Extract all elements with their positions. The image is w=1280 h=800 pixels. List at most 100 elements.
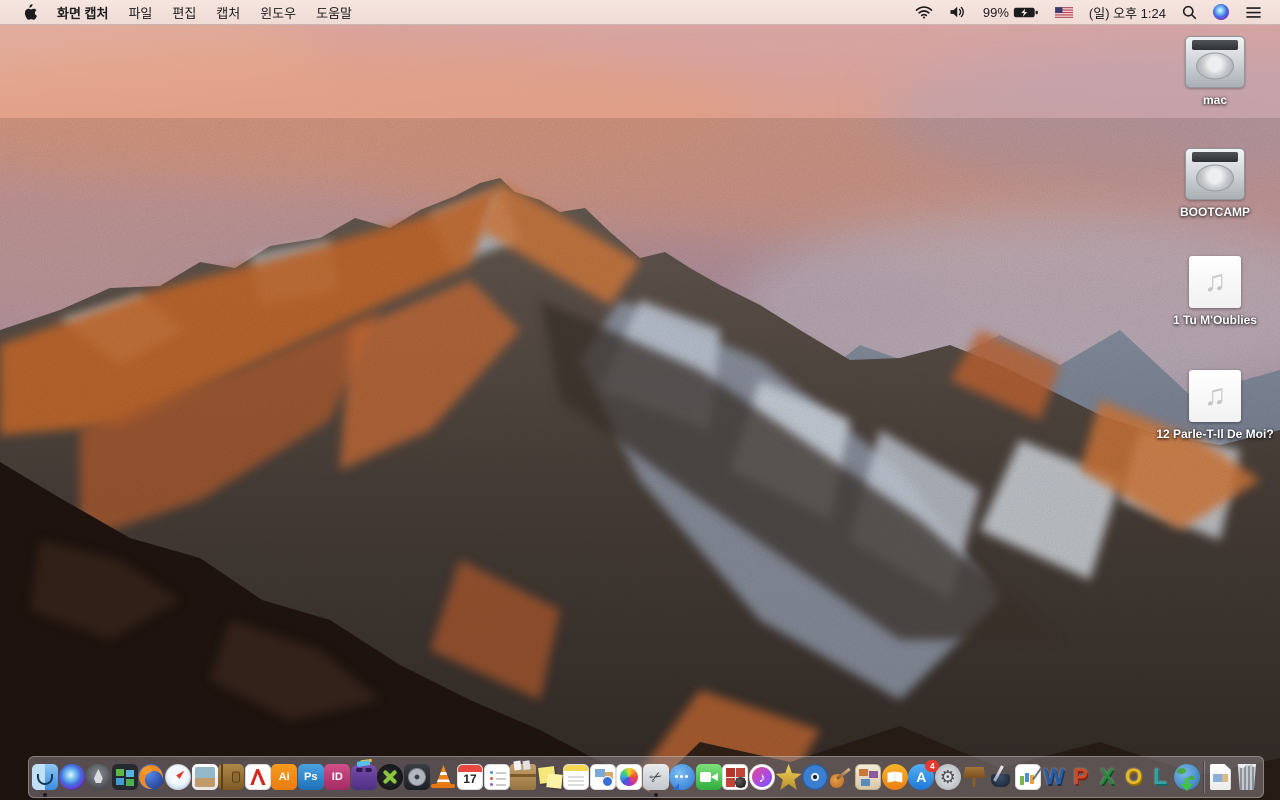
dock-ibooks[interactable] xyxy=(881,757,909,797)
apple-logo-icon xyxy=(24,3,37,20)
wifi-icon xyxy=(915,6,933,19)
dock-powerpoint[interactable]: P xyxy=(1067,757,1094,797)
powerpoint-icon: P xyxy=(1068,764,1094,790)
menu-edit[interactable]: 편집 xyxy=(162,0,206,24)
stickies-icon xyxy=(537,764,563,790)
word-icon: W xyxy=(1041,764,1067,790)
photo-grid-icon xyxy=(722,764,749,790)
dock-lync[interactable]: L xyxy=(1147,757,1174,797)
hard-drive-icon xyxy=(1185,148,1245,200)
menu-bar: 화면 캡처 파일 편집 캡처 윈도우 도움말 99% (일) 오후 1:24 xyxy=(0,0,1280,25)
desktop-icon-tu-moublies[interactable]: 1 Tu M'Oublies xyxy=(1152,256,1278,329)
dock-facetime[interactable] xyxy=(695,757,723,797)
desktop-icon-parle-t-il-de-moi[interactable]: 12 Parle-T-Il De Moi? xyxy=(1152,370,1278,443)
desktop: 화면 캡처 파일 편집 캡처 윈도우 도움말 99% (일) 오후 1:24 m… xyxy=(0,0,1280,800)
dock-xbmc[interactable] xyxy=(377,757,404,797)
dock-siri[interactable] xyxy=(58,757,86,797)
audio-file-icon xyxy=(1189,370,1241,422)
dock-safari[interactable] xyxy=(165,757,192,797)
dock-acrobat-reader[interactable] xyxy=(244,757,271,797)
desktop-icon-label: 12 Parle-T-Il De Moi? xyxy=(1156,427,1274,441)
dock-star-app[interactable] xyxy=(775,757,802,797)
desktop-icon-bootcamp[interactable]: BOOTCAMP xyxy=(1152,148,1278,221)
dock-document[interactable] xyxy=(1207,757,1234,797)
dock-indesign[interactable]: ID xyxy=(324,757,351,797)
dock-disc-app[interactable] xyxy=(802,757,829,797)
dock-photos[interactable] xyxy=(616,757,643,797)
wifi-menu[interactable] xyxy=(907,0,941,24)
dock-word[interactable]: W xyxy=(1041,757,1068,797)
acrobat-reader-icon xyxy=(244,764,271,790)
siri-menu[interactable] xyxy=(1205,0,1237,24)
dock-collage-doc[interactable] xyxy=(589,757,616,797)
dock-firefox[interactable] xyxy=(138,757,165,797)
dock-vlc[interactable] xyxy=(430,757,457,797)
dock-stickies[interactable] xyxy=(536,757,563,797)
clock-menu[interactable]: (일) 오후 1:24 xyxy=(1081,0,1174,24)
dock-numbers[interactable] xyxy=(1014,757,1041,797)
battery-menu[interactable]: 99% xyxy=(975,0,1047,24)
dock-archive-box[interactable] xyxy=(510,757,537,797)
star-app-icon xyxy=(776,764,802,790)
us-flag-icon xyxy=(1054,6,1073,18)
system-preferences-icon xyxy=(934,764,961,790)
menu-window[interactable]: 윈도우 xyxy=(250,0,306,24)
dock-mission-control[interactable] xyxy=(111,757,139,797)
notes-icon xyxy=(563,764,590,790)
dock-contacts[interactable] xyxy=(218,757,245,797)
notification-center-menu[interactable] xyxy=(1237,0,1270,24)
firefox-icon xyxy=(138,764,165,790)
spotlight-menu[interactable] xyxy=(1174,0,1205,24)
hard-drive-icon xyxy=(1185,36,1245,88)
menu-file[interactable]: 파일 xyxy=(118,0,162,24)
app-store-badge: 4 xyxy=(925,760,940,772)
comic-life-icon xyxy=(855,764,882,790)
dock-garageband[interactable] xyxy=(828,757,855,797)
finder-icon xyxy=(32,764,59,790)
dock-finder[interactable] xyxy=(32,757,59,797)
spotlight-search-icon xyxy=(1182,5,1197,19)
dock-messages[interactable] xyxy=(669,757,696,797)
active-app-menu[interactable]: 화면 캡처 xyxy=(47,0,118,24)
dock: Ai Ps ID 17 A4 WPXOL xyxy=(28,756,1264,798)
dock-outlook[interactable]: O xyxy=(1120,757,1147,797)
desktop-icon-label: mac xyxy=(1202,93,1228,107)
dock-notes[interactable] xyxy=(563,757,590,797)
menu-bar-left: 화면 캡처 파일 편집 캡처 윈도우 도움말 xyxy=(0,0,362,24)
dock-downloader[interactable] xyxy=(1173,757,1201,797)
dock-itunes[interactable] xyxy=(749,757,776,797)
dock-preview[interactable] xyxy=(191,757,218,797)
dock-comic-life[interactable] xyxy=(855,757,882,797)
desktop-icon-mac[interactable]: mac xyxy=(1152,36,1278,109)
dock-photo-grid[interactable] xyxy=(722,757,749,797)
input-source-menu[interactable] xyxy=(1047,0,1081,24)
excel-icon: X xyxy=(1094,764,1120,790)
reminders-icon xyxy=(483,764,510,790)
desktop-icon-label: BOOTCAMP xyxy=(1180,205,1250,219)
dock-reminders[interactable] xyxy=(483,757,510,797)
apple-menu[interactable] xyxy=(12,0,47,24)
dock-app-store[interactable]: A4 xyxy=(908,757,940,797)
illustrator-icon: Ai xyxy=(271,764,298,790)
dock-disk-utility-app[interactable] xyxy=(403,757,431,797)
dock-keynote[interactable] xyxy=(961,757,988,797)
outlook-icon: O xyxy=(1121,764,1147,790)
messages-icon xyxy=(669,764,696,790)
dock-calendar[interactable]: 17 xyxy=(457,757,484,797)
itunes-icon xyxy=(749,764,776,790)
dock-pages[interactable] xyxy=(988,757,1015,797)
dock-trash[interactable] xyxy=(1234,757,1261,797)
disc-app-icon xyxy=(802,764,829,790)
safari-icon xyxy=(165,764,191,790)
dock-illustrator[interactable]: Ai xyxy=(271,757,298,797)
dock-photoshop[interactable]: Ps xyxy=(297,757,324,797)
dock-toast[interactable] xyxy=(350,757,378,797)
dock-grab[interactable] xyxy=(642,757,670,797)
menu-help[interactable]: 도움말 xyxy=(306,0,362,24)
dock-launchpad[interactable] xyxy=(85,757,112,797)
photos-icon xyxy=(616,764,643,790)
menu-capture[interactable]: 캡처 xyxy=(206,0,250,24)
archive-box-icon xyxy=(510,764,537,790)
dock-excel[interactable]: X xyxy=(1094,757,1121,797)
volume-menu[interactable] xyxy=(941,0,975,24)
